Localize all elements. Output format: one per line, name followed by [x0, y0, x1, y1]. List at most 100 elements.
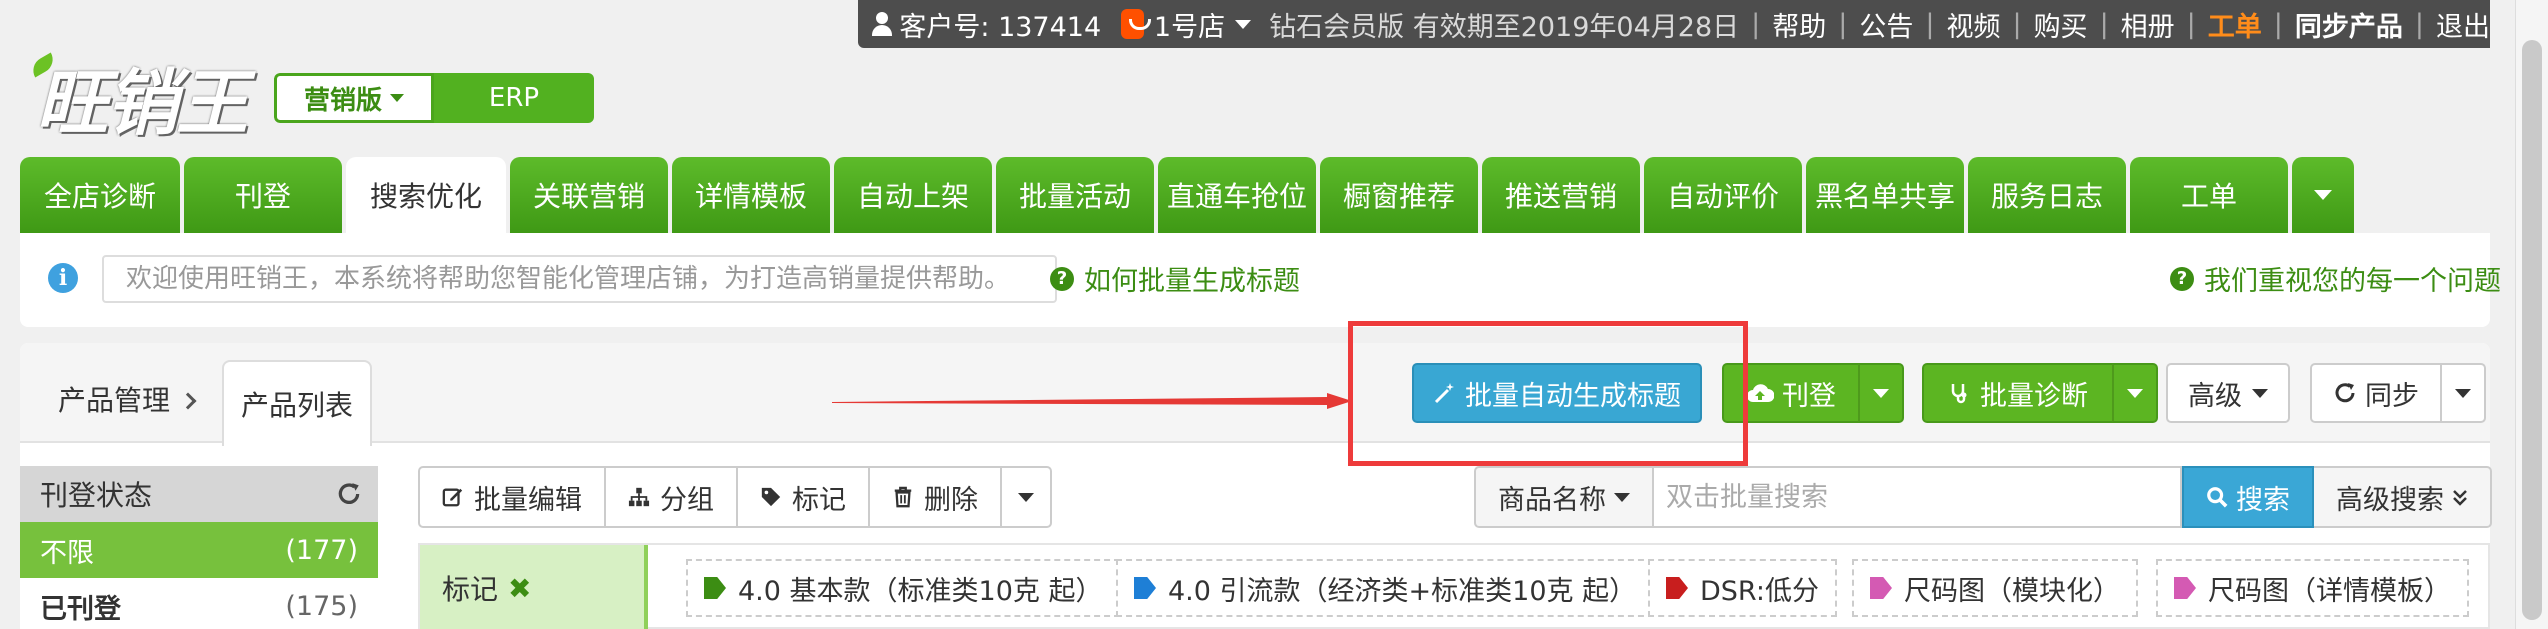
- filter-item-count: (175): [285, 590, 358, 622]
- version-switch: 营销版 ERP: [274, 73, 594, 123]
- tab-related-marketing[interactable]: 关联营销: [510, 157, 668, 233]
- trash-icon: [894, 486, 912, 508]
- product-search: 商品名称 搜索 高级搜索: [1474, 466, 2492, 528]
- batch-diagnose-button[interactable]: 批量诊断: [1922, 363, 2114, 423]
- feedback-link-label: 我们重视您的每一个问题: [2204, 266, 2501, 297]
- toolbar-more-dropdown[interactable]: [1002, 468, 1050, 526]
- notice-bar: i 欢迎使用旺销王，本系统将帮助您智能化管理店铺，为打造高销量提供帮助。 ? 如何…: [20, 233, 2501, 327]
- filter-item-all[interactable]: 不限 (177): [20, 522, 378, 578]
- page-scrollbar[interactable]: [2515, 0, 2548, 629]
- scrollbar-thumb[interactable]: [2522, 40, 2542, 620]
- search-field-select[interactable]: 商品名称: [1474, 466, 1652, 528]
- notice-message: 欢迎使用旺销王，本系统将帮助您智能化管理店铺，为打造高销量提供帮助。: [102, 255, 1057, 303]
- tab-auto-review[interactable]: 自动评价: [1644, 157, 1802, 233]
- chevron-down-icon: [2314, 190, 2332, 200]
- link-sync-products[interactable]: 同步产品: [2295, 5, 2403, 44]
- sync-button[interactable]: 同步: [2310, 363, 2442, 423]
- tag-item-label: DSR:低分: [1700, 575, 1819, 607]
- tag-icon: [1134, 577, 1156, 599]
- chevron-down-icon: [1873, 388, 1889, 398]
- filter-item-label: 已刊登: [40, 593, 121, 625]
- search-input[interactable]: [1652, 466, 2182, 528]
- tab-batch-activity[interactable]: 批量活动: [996, 157, 1154, 233]
- tab-ticket[interactable]: 工单: [2130, 157, 2288, 233]
- delete-button[interactable]: 删除: [870, 468, 1002, 526]
- question-icon: ?: [1050, 266, 1074, 291]
- link-ticket[interactable]: 工单: [2208, 5, 2262, 44]
- tab-publish[interactable]: 刊登: [184, 157, 342, 233]
- group-button[interactable]: 分组: [606, 468, 738, 526]
- breadcrumb-product-management[interactable]: 产品管理: [58, 384, 170, 417]
- info-icon: i: [48, 263, 78, 293]
- search-field-label: 商品名称: [1498, 484, 1606, 516]
- chevron-down-icon: [2127, 388, 2143, 398]
- annotation-highlight-box: [1348, 321, 1748, 466]
- filter-item-published[interactable]: 已刊登 (175): [20, 578, 378, 629]
- filter-item-label: 不限: [40, 537, 94, 569]
- double-chevron-down-icon: [2453, 490, 2467, 506]
- link-logout[interactable]: 退出: [2436, 5, 2490, 44]
- refresh-icon: [2335, 383, 2355, 403]
- advanced-button[interactable]: 高级: [2166, 363, 2290, 423]
- tab-window-recommend[interactable]: 橱窗推荐: [1320, 157, 1478, 233]
- link-video[interactable]: 视频: [1946, 5, 2000, 44]
- tag-item[interactable]: DSR:低分: [1648, 559, 1837, 617]
- delete-label: 删除: [924, 484, 978, 516]
- stethoscope-icon: [1951, 384, 1967, 404]
- tab-store-diagnosis[interactable]: 全店诊断: [20, 157, 180, 233]
- tab-push-marketing[interactable]: 推送营销: [1482, 157, 1640, 233]
- tag-item[interactable]: 尺码图（模块化）: [1852, 559, 2138, 617]
- advanced-label: 高级: [2188, 380, 2242, 412]
- filter-header: 刊登状态: [20, 466, 378, 522]
- version-marketing-button[interactable]: 营销版: [274, 73, 434, 123]
- tab-auto-listing[interactable]: 自动上架: [834, 157, 992, 233]
- membership-info: 钻石会员版 有效期至2019年04月28日: [1269, 11, 1740, 43]
- top-user-bar: 客户号: 137414 1号店 钻石会员版 有效期至2019年04月28日 | …: [858, 0, 2490, 48]
- chevron-down-icon: [1018, 492, 1034, 502]
- refresh-icon[interactable]: [336, 481, 362, 507]
- tag-icon: [1870, 577, 1892, 599]
- sync-dropdown[interactable]: [2440, 363, 2486, 423]
- shop-selector[interactable]: 1号店: [1154, 5, 1225, 44]
- chevron-down-icon: [390, 94, 404, 102]
- search-button[interactable]: 搜索: [2182, 466, 2314, 528]
- chevron-down-icon: [2455, 388, 2471, 398]
- tab-detail-template[interactable]: 详情模板: [672, 157, 830, 233]
- tab-search-optimization[interactable]: 搜索优化: [346, 157, 506, 233]
- filter-item-count: (177): [285, 534, 358, 566]
- link-album[interactable]: 相册: [2121, 5, 2175, 44]
- tab-service-log[interactable]: 服务日志: [1968, 157, 2126, 233]
- tag-filter-label: 标记 ✖: [420, 545, 648, 629]
- tag-item[interactable]: 尺码图（详情模板）: [2156, 559, 2469, 617]
- tag-item-label: 尺码图（模块化）: [1904, 575, 2120, 607]
- mark-label: 标记: [792, 484, 846, 516]
- tab-product-list[interactable]: 产品列表: [222, 360, 372, 446]
- chevron-right-icon: [179, 392, 197, 410]
- tab-through-train[interactable]: 直通车抢位: [1158, 157, 1316, 233]
- group-label: 分组: [660, 484, 714, 516]
- main-nav: 全店诊断 刊登 搜索优化 关联营销 详情模板 自动上架 批量活动 直通车抢位 橱…: [20, 157, 2354, 233]
- version-erp-button[interactable]: ERP: [434, 73, 594, 123]
- chevron-down-icon[interactable]: [1235, 19, 1252, 29]
- link-announcement[interactable]: 公告: [1859, 5, 1913, 44]
- advanced-search-button[interactable]: 高级搜索: [2314, 466, 2492, 528]
- diagnose-dropdown[interactable]: [2112, 363, 2158, 423]
- breadcrumb: 产品管理: [58, 379, 208, 419]
- tab-more[interactable]: [2292, 157, 2354, 233]
- link-help[interactable]: 帮助: [1772, 5, 1826, 44]
- cloud-upload-icon: [1747, 384, 1774, 402]
- tab-blacklist-share[interactable]: 黑名单共享: [1806, 157, 1964, 233]
- tag-icon: [2174, 577, 2196, 599]
- edit-icon: [442, 488, 463, 507]
- link-purchase[interactable]: 购买: [2034, 5, 2088, 44]
- tag-item[interactable]: 4.0 引流款（经济类+标准类10克 起）: [1116, 559, 1655, 617]
- tag-item[interactable]: 4.0 基本款（标准类10克 起）: [686, 559, 1121, 617]
- help-link-batch-title[interactable]: ? 如何批量生成标题: [1050, 259, 1300, 298]
- feedback-link[interactable]: ? 我们重视您的每一个问题: [2170, 259, 2501, 298]
- publish-dropdown[interactable]: [1858, 363, 1904, 423]
- mark-button[interactable]: 标记: [738, 468, 870, 526]
- batch-edit-button[interactable]: 批量编辑: [420, 468, 606, 526]
- app-logo: 旺销王: [28, 44, 248, 149]
- chevron-down-icon: [2252, 388, 2268, 398]
- close-icon[interactable]: ✖: [508, 572, 531, 605]
